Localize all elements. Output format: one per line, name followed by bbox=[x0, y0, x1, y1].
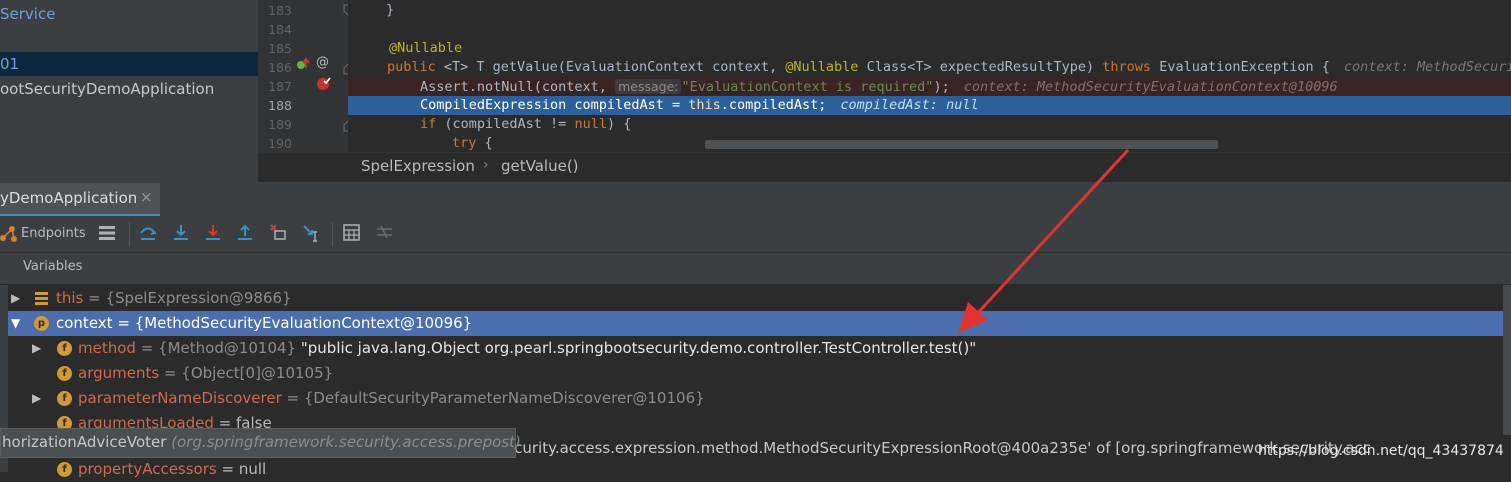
expand-arrow-icon[interactable]: ▶ bbox=[32, 386, 41, 411]
force-step-into-icon[interactable] bbox=[205, 224, 221, 242]
breadcrumb-class[interactable]: SpelExpression bbox=[361, 157, 475, 175]
line-number: 190 bbox=[268, 136, 292, 151]
toolbar-separator bbox=[332, 222, 333, 246]
breadcrumb-method[interactable]: getValue() bbox=[501, 157, 579, 175]
code-line-186: public <T> T getValue(EvaluationContext … bbox=[387, 59, 1511, 75]
variable-row-selected[interactable]: ▼ p context = {MethodSecurityEvaluationC… bbox=[8, 311, 1503, 336]
debug-toolbar bbox=[0, 216, 1511, 253]
line-number: 183 bbox=[268, 3, 292, 18]
expand-arrow-icon[interactable]: ▶ bbox=[11, 286, 20, 311]
frames-list-icon[interactable] bbox=[98, 225, 116, 241]
project-tree-item-service[interactable]: Service bbox=[0, 2, 55, 26]
line-number: 184 bbox=[268, 22, 292, 37]
evaluate-expression-icon[interactable] bbox=[343, 224, 360, 241]
variable-row[interactable]: ▶ f parameterNameDiscoverer = {DefaultSe… bbox=[8, 386, 1503, 411]
variable-row[interactable]: f arguments = {Object[0]@10105} bbox=[8, 361, 1503, 386]
code-line-188-current: CompiledExpression compiledAst = this.co… bbox=[348, 96, 1511, 115]
collapse-arrow-icon[interactable]: ▼ bbox=[11, 311, 20, 336]
parameter-hint: message: bbox=[615, 79, 682, 94]
line-number: 189 bbox=[268, 117, 292, 132]
implements-icon[interactable] bbox=[296, 57, 310, 71]
code-line-189: if (compiledAst != null) { bbox=[420, 116, 632, 132]
field-icon: f bbox=[57, 341, 72, 356]
run-to-cursor-icon[interactable] bbox=[302, 223, 322, 243]
project-tree-item-application[interactable]: ootSecurityDemoApplication bbox=[0, 77, 214, 101]
step-out-icon[interactable] bbox=[237, 224, 253, 242]
field-icon: f bbox=[57, 462, 72, 477]
step-into-icon[interactable] bbox=[173, 224, 189, 242]
endpoints-icon bbox=[0, 226, 17, 242]
variable-row[interactable]: ▶ f method = {Method@10104} "public java… bbox=[8, 336, 1503, 361]
tooltip-text: horizationAdviceVoter (org.springframewo… bbox=[2, 433, 521, 451]
drop-frame-icon[interactable] bbox=[269, 223, 287, 241]
close-icon[interactable]: × bbox=[140, 188, 153, 206]
step-over-icon[interactable] bbox=[139, 224, 157, 242]
evaluation-status-text: gframework.security.access.expression.me… bbox=[402, 439, 1372, 457]
variable-row[interactable]: f propertyAccessors = null bbox=[8, 457, 1503, 482]
trace-stream-icon bbox=[377, 225, 392, 239]
variables-header bbox=[0, 253, 1511, 285]
breadcrumb-separator: › bbox=[483, 157, 489, 173]
object-icon bbox=[35, 292, 48, 305]
parameter-icon: p bbox=[34, 316, 49, 331]
field-icon: f bbox=[57, 391, 72, 406]
variables-scrollbar[interactable] bbox=[1503, 285, 1511, 435]
variables-title: Variables bbox=[23, 259, 83, 274]
line-number: 185 bbox=[268, 41, 292, 56]
editor-horizontal-scrollbar[interactable] bbox=[705, 140, 1218, 149]
code-line-187: Assert.notNull(context, message: "Evaluat… bbox=[348, 77, 1511, 96]
endpoints-tab[interactable]: Endpoints bbox=[21, 226, 86, 241]
field-icon: f bbox=[57, 366, 72, 381]
code-line-183: } bbox=[386, 2, 395, 18]
debug-tab-bar bbox=[0, 182, 1511, 217]
line-number: 186 bbox=[268, 60, 292, 75]
toolbar-separator bbox=[129, 222, 130, 246]
code-line-185: @Nullable bbox=[389, 40, 463, 56]
watermark: https://blog.csdn.net/qq_43437874 bbox=[1258, 443, 1504, 459]
expand-arrow-icon[interactable]: ▶ bbox=[32, 336, 41, 361]
variable-row[interactable]: ▶ this = {SpelExpression@9866} bbox=[8, 286, 1503, 311]
line-number: 187 bbox=[268, 79, 292, 94]
annotation-at-icon: @ bbox=[316, 55, 329, 70]
breakpoint-icon[interactable] bbox=[316, 75, 332, 91]
code-editor[interactable]: } @Nullable public <T> T getValue(Evalua… bbox=[348, 0, 1511, 152]
project-tree-item-selected[interactable]: 01 bbox=[0, 52, 258, 76]
debug-session-tab-label: yDemoApplication bbox=[0, 189, 138, 207]
line-number-current: 188 bbox=[268, 98, 292, 113]
project-panel: Service 01 ootSecurityDemoApplication bbox=[0, 0, 258, 182]
